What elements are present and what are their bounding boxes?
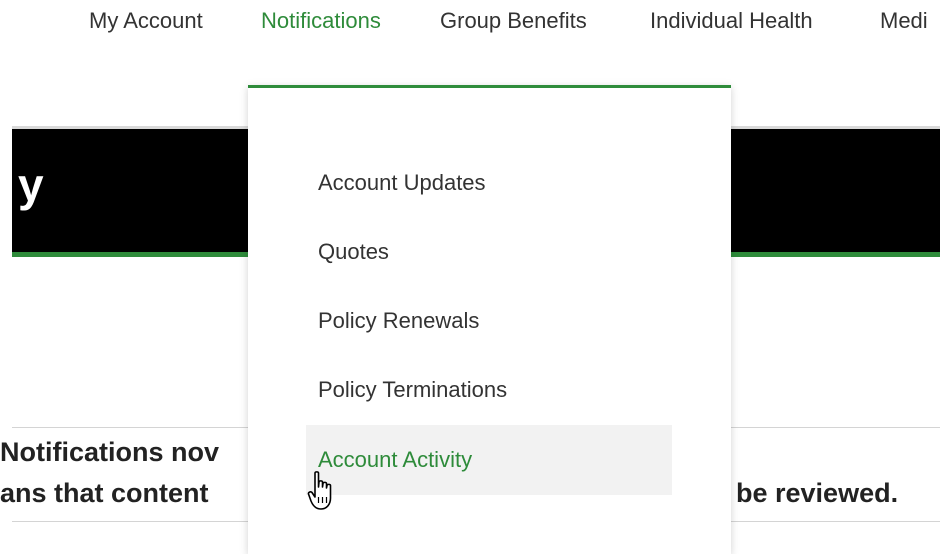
nav-item-group-benefits[interactable]: Group Benefits [440, 8, 587, 34]
hero-title: y [18, 159, 44, 211]
menu-item-quotes[interactable]: Quotes [306, 217, 672, 287]
nav-item-medi[interactable]: Medi [880, 8, 928, 34]
top-navigation: My Account Notifications Group Benefits … [0, 0, 940, 44]
notice-text-line-2: ans that content [0, 478, 209, 508]
notice-text-line-1: Notifications nov [0, 437, 220, 467]
nav-item-my-account[interactable]: My Account [89, 8, 203, 34]
nav-item-individual-health[interactable]: Individual Health [650, 8, 813, 34]
page: My Account Notifications Group Benefits … [0, 0, 940, 554]
menu-item-account-activity[interactable]: Account Activity [306, 425, 672, 495]
notice-text-line-3: be reviewed. [736, 478, 899, 508]
hand-pointer-icon [307, 471, 332, 510]
menu-item-policy-terminations[interactable]: Policy Terminations [306, 355, 672, 425]
menu-item-account-updates[interactable]: Account Updates [306, 148, 672, 218]
menu-item-policy-renewals[interactable]: Policy Renewals [306, 286, 672, 356]
nav-item-notifications[interactable]: Notifications [261, 8, 381, 34]
